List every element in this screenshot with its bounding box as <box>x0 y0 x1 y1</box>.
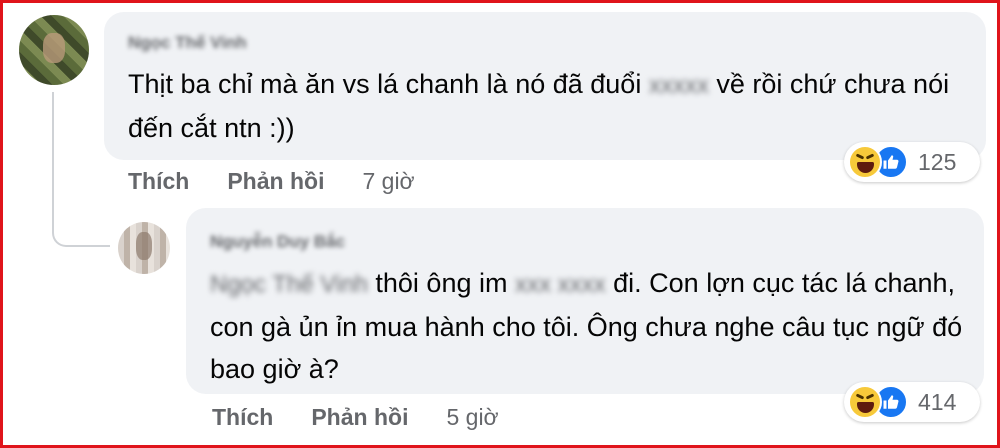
comment-actions: Thích Phản hồi 7 giờ <box>128 168 415 195</box>
avatar[interactable] <box>19 15 89 85</box>
reaction-count: 414 <box>918 388 957 415</box>
comment-text-part: thôi ông im <box>367 268 515 298</box>
comment-text: Ngọc Thế Vinh thôi ông im xxx xxxx đi. C… <box>210 262 970 390</box>
blurred-word: xxx xxxx <box>514 270 606 298</box>
comment-actions: Thích Phản hồi 5 giờ <box>212 404 499 431</box>
reaction-count: 125 <box>918 148 957 175</box>
comment-text-part: Thịt ba chỉ mà ăn vs lá chanh là nó đã đ… <box>128 69 649 99</box>
comment-text: Thịt ba chỉ mà ăn vs lá chanh là nó đã đ… <box>128 63 958 149</box>
comment-timestamp[interactable]: 7 giờ <box>362 168 414 195</box>
like-button[interactable]: Thích <box>212 404 273 431</box>
avatar[interactable] <box>118 222 170 274</box>
comment-author[interactable]: Ngọc Thế Vinh <box>128 33 247 53</box>
haha-icon <box>848 145 882 179</box>
blurred-word: xxxxx <box>648 71 709 99</box>
like-button[interactable]: Thích <box>128 168 189 195</box>
comment-author[interactable]: Nguyễn Duy Bắc <box>210 232 345 252</box>
reaction-summary[interactable]: 125 <box>844 142 980 182</box>
mention-link[interactable]: Ngọc Thế Vinh <box>210 264 368 306</box>
reply-button[interactable]: Phản hồi <box>227 168 324 195</box>
comment-timestamp[interactable]: 5 giờ <box>446 404 498 431</box>
reply-thread-line <box>52 92 110 247</box>
reaction-summary[interactable]: 414 <box>844 382 980 422</box>
reply-button[interactable]: Phản hồi <box>311 404 408 431</box>
haha-icon <box>848 385 882 419</box>
